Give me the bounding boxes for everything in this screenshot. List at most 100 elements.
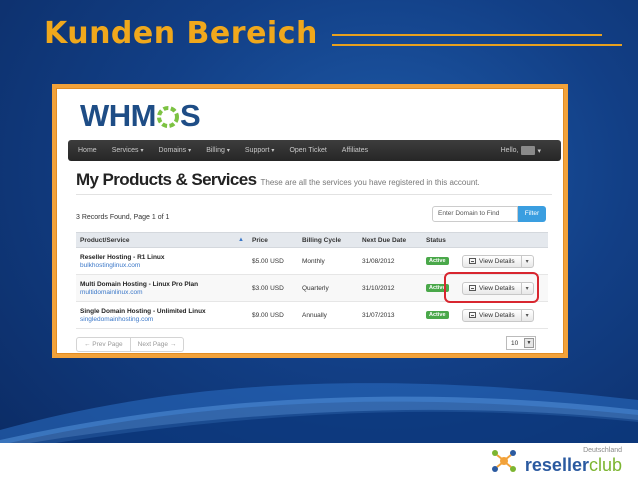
logo-text-part1: WHM: [80, 98, 156, 133]
col-header-price-label: Price: [252, 236, 268, 244]
view-details-button[interactable]: View Details: [463, 256, 521, 267]
pagination: ← Prev Page Next Page →: [76, 337, 185, 352]
logo-text-part2: S: [179, 98, 201, 133]
prev-page-link[interactable]: ← Prev Page: [77, 338, 130, 351]
col-header-next-due-label: Next Due Date: [362, 236, 407, 244]
title-rule-upper: [332, 34, 602, 36]
redacted-username: [521, 146, 536, 155]
per-page-select[interactable]: 10 ▼: [506, 336, 536, 350]
col-header-status[interactable]: Status: [422, 232, 458, 248]
product-domain-link[interactable]: bulkhostinglinux.com: [80, 262, 244, 269]
highlight-annotation-circle: [444, 272, 539, 303]
product-domain-link[interactable]: singledomainhosting.com: [80, 316, 244, 323]
col-header-price[interactable]: Price: [248, 232, 298, 248]
page-description: These are all the services you have regi…: [260, 178, 480, 187]
domain-search-input[interactable]: Enter Domain to Find: [432, 206, 518, 222]
status-cell: Active: [422, 301, 458, 329]
per-page-value: 10: [511, 339, 519, 347]
nav-home[interactable]: Home: [78, 147, 97, 154]
gear-icon: [156, 106, 179, 128]
nav-billing[interactable]: Billing ▾: [206, 147, 230, 154]
price-cell: $5.00 USD: [248, 247, 298, 275]
nav-domains[interactable]: Domains ▾: [159, 147, 192, 154]
product-cell: Multi Domain Hosting - Linux Pro Plan mu…: [76, 274, 248, 302]
status-badge: Active: [426, 257, 449, 265]
nav-affiliates[interactable]: Affiliates: [342, 147, 368, 154]
product-cell: Reseller Hosting - R1 Linux bulkhostingl…: [76, 247, 248, 275]
chevron-down-icon: ▼: [524, 338, 534, 348]
nav-support-label: Support: [244, 147, 270, 154]
product-name: Multi Domain Hosting - Linux Pro Plan: [80, 280, 199, 288]
view-details-dropdown-toggle[interactable]: ▾: [520, 255, 533, 267]
sort-arrow-icon: ▲: [238, 236, 244, 243]
details-list-icon: [469, 312, 476, 318]
next-due-cell: 31/10/2012: [358, 274, 422, 302]
chevron-down-icon: ▾: [188, 148, 192, 154]
price-cell: $9.00 USD: [248, 301, 298, 329]
col-header-next-due[interactable]: Next Due Date: [358, 232, 422, 248]
product-name: Single Domain Hosting - Unlimited Linux: [80, 307, 206, 315]
logo-wordmark-main: reseller: [524, 455, 589, 475]
nav-support[interactable]: Support ▾: [245, 147, 275, 154]
col-header-product-label: Product/Service: [80, 236, 130, 244]
view-details-label: View Details: [479, 311, 515, 319]
action-cell: View Details ▾: [458, 301, 548, 329]
chevron-down-icon: ▾: [140, 148, 144, 154]
action-cell: View Details ▾: [458, 247, 548, 275]
filter-button[interactable]: Filter: [518, 206, 546, 222]
whmcs-logo[interactable]: WHM S: [80, 98, 201, 134]
decorative-swoosh: [0, 383, 638, 455]
nav-open-ticket[interactable]: Open Ticket: [289, 147, 326, 154]
title-rule-lower: [332, 44, 622, 46]
view-details-button[interactable]: View Details: [463, 310, 521, 321]
col-header-status-label: Status: [426, 236, 446, 244]
billing-cycle-cell: Annually: [298, 301, 358, 329]
billing-cycle-cell: Monthly: [298, 247, 358, 275]
nav-open-ticket-label: Open Ticket: [289, 147, 327, 154]
slide-title: Kunden Bereich: [44, 16, 318, 51]
main-navbar: Home Services ▾ Domains ▾ Billing ▾ Support…: [68, 140, 561, 161]
status-badge: Active: [426, 311, 449, 319]
chevron-down-icon: ▾: [226, 148, 230, 154]
col-header-actions: [458, 232, 548, 248]
next-due-cell: 31/07/2013: [358, 301, 422, 329]
screenshot-frame: WHM S Home Services ▾ Domains ▾ Billing ▾ S…: [52, 84, 568, 358]
records-count: 3 Records Found, Page 1 of 1: [76, 214, 170, 221]
next-due-cell: 31/08/2012: [358, 247, 422, 275]
billing-cycle-cell: Quarterly: [298, 274, 358, 302]
nav-affiliates-label: Affiliates: [341, 147, 369, 154]
page-heading: My Products & Services These are all the…: [76, 170, 480, 190]
heading-divider: [76, 194, 552, 195]
view-details-dropdown-toggle[interactable]: ▾: [520, 309, 533, 321]
view-details-label: View Details: [479, 257, 515, 265]
logo-subtitle: Deutschland: [583, 447, 622, 454]
nav-domains-label: Domains: [158, 147, 187, 154]
product-name: Reseller Hosting - R1 Linux: [80, 253, 165, 261]
chevron-down-icon: ▾: [271, 148, 275, 154]
details-list-icon: [469, 258, 476, 264]
view-details-group: View Details ▾: [462, 254, 534, 268]
nav-services-label: Services: [111, 147, 139, 154]
col-header-product[interactable]: Product/Service ▲: [76, 232, 248, 248]
price-cell: $3.00 USD: [248, 274, 298, 302]
table-row: Reseller Hosting - R1 Linux bulkhostingl…: [76, 247, 548, 275]
resellerclub-mark-icon: [491, 450, 516, 472]
nav-billing-label: Billing: [206, 147, 225, 154]
product-domain-link[interactable]: multidomainlinux.com: [80, 289, 244, 296]
view-details-group: View Details ▾: [462, 308, 534, 322]
col-header-billing-cycle-label: Billing Cycle: [302, 236, 342, 244]
chevron-down-icon: ▾: [537, 147, 541, 155]
hello-label: Hello,: [500, 147, 519, 154]
logo-wordmark-accent: club: [588, 455, 622, 475]
col-header-billing-cycle[interactable]: Billing Cycle: [298, 232, 358, 248]
nav-services[interactable]: Services ▾: [112, 147, 144, 154]
logo-wordmark: resellerclub: [525, 455, 622, 475]
product-cell: Single Domain Hosting - Unlimited Linux …: [76, 301, 248, 329]
page-title: My Products & Services: [76, 170, 257, 189]
nav-home-label: Home: [78, 147, 97, 154]
table-row: Single Domain Hosting - Unlimited Linux …: [76, 301, 548, 329]
status-cell: Active: [422, 247, 458, 275]
user-menu[interactable]: Hello, ▾: [501, 146, 541, 155]
resellerclub-logo: Deutschland resellerclub: [489, 445, 622, 477]
next-page-link[interactable]: Next Page →: [129, 338, 184, 351]
